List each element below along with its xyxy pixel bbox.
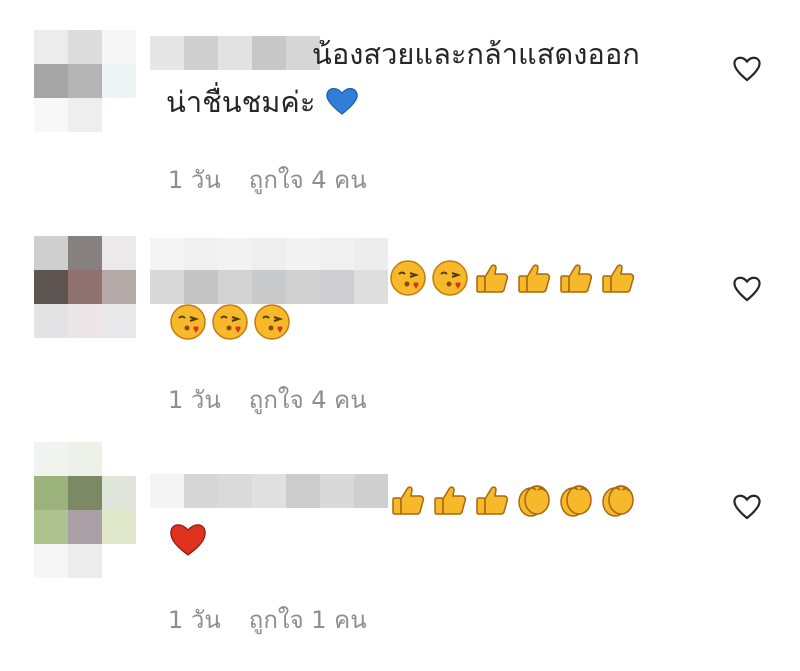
emoji-line-2 [168, 520, 208, 560]
like-heart-icon[interactable] [732, 54, 762, 82]
likes-count[interactable]: ถูกใจ 4 คน [249, 386, 367, 414]
thumbs-up-emoji [476, 264, 509, 293]
comment-time: 1 วัน [168, 166, 221, 194]
thumbs-up-emoji [560, 264, 593, 293]
thumbs-up-emoji [434, 486, 467, 515]
like-heart-icon[interactable] [732, 492, 762, 520]
kissing-heart-emoji [254, 304, 290, 340]
comment-time: 1 วัน [168, 386, 221, 414]
comment-3: 1 วัน ถูกใจ 1 คน [0, 440, 800, 671]
comment-text-line-1: น้องสวยและกล้าแสดงออก [312, 37, 640, 71]
thumbs-up-emoji [602, 264, 635, 293]
username-blurred[interactable] [150, 474, 388, 508]
clapping-hands-emoji [518, 485, 550, 517]
comment-time: 1 วัน [168, 606, 221, 634]
kissing-heart-emoji [390, 260, 426, 296]
avatar[interactable] [34, 236, 136, 338]
avatar-bottom-row [34, 544, 136, 578]
thumbs-up-emoji [476, 486, 509, 515]
username-blurred-row-2 [150, 270, 388, 304]
comment-meta: 1 วัน ถูกใจ 4 คน [168, 160, 367, 199]
comment-meta: 1 วัน ถูกใจ 1 คน [168, 600, 367, 639]
avatar[interactable] [34, 30, 136, 132]
blue-heart-emoji [325, 88, 358, 115]
thumbs-up-emoji [518, 264, 551, 293]
thumbs-up-emoji [392, 486, 425, 515]
clapping-hands-emoji [602, 485, 634, 517]
username-blurred[interactable] [150, 36, 320, 70]
emoji-line-2 [168, 302, 292, 342]
username-blurred[interactable] [150, 238, 388, 272]
likes-count[interactable]: ถูกใจ 4 คน [249, 166, 367, 194]
comment-meta: 1 วัน ถูกใจ 4 คน [168, 380, 367, 419]
comment-text-line-2: น่าชื่นชมค่ะ [166, 85, 316, 119]
kissing-heart-emoji [432, 260, 468, 296]
kissing-heart-emoji [212, 304, 248, 340]
comment-2: 1 วัน ถูกใจ 4 คน [0, 220, 800, 440]
clapping-hands-emoji [560, 485, 592, 517]
avatar[interactable] [34, 442, 136, 544]
comment-1: น้องสวยและกล้าแสดงออก น่าชื่นชมค่ะ 1 วัน… [0, 0, 800, 220]
emoji-line-1 [388, 258, 638, 298]
like-heart-icon[interactable] [732, 274, 762, 302]
kissing-heart-emoji [170, 304, 206, 340]
emoji-line-1 [388, 480, 638, 520]
comment-text-line-2-wrapper: น่าชื่นชมค่ะ [166, 82, 359, 122]
red-heart-emoji [170, 524, 206, 556]
likes-count[interactable]: ถูกใจ 1 คน [249, 606, 367, 634]
